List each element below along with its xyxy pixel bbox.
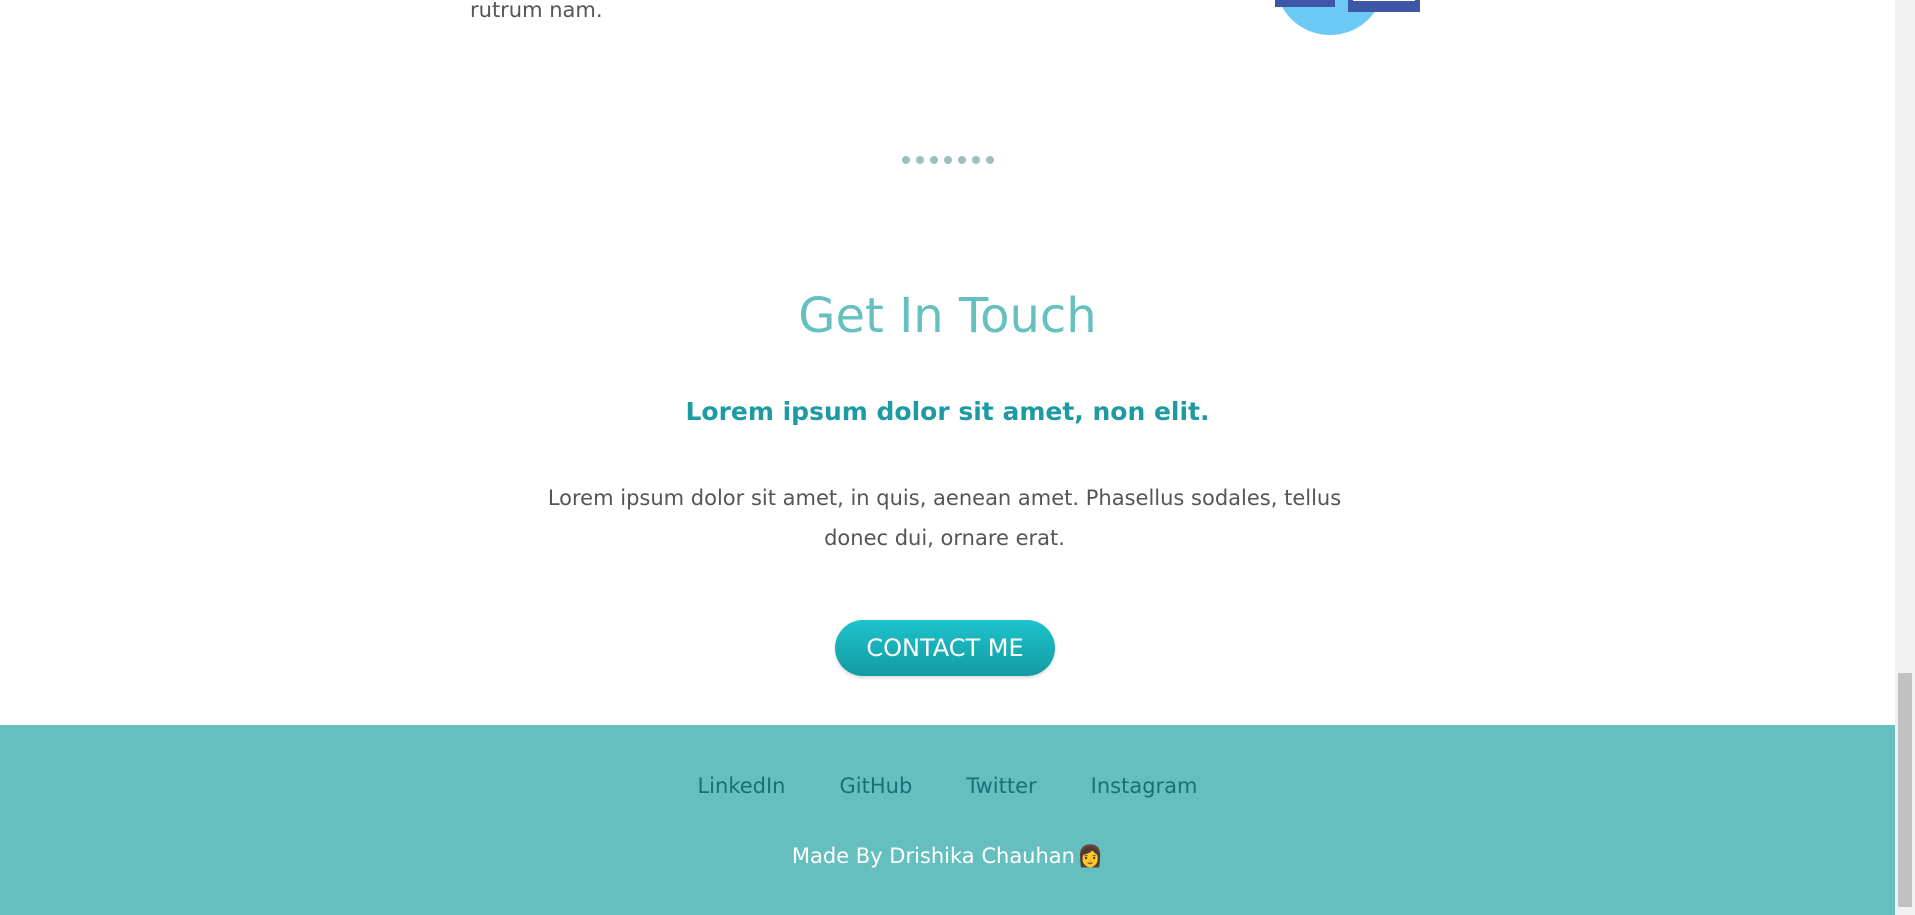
previous-section-text: rutrum nam. — [470, 0, 603, 22]
divider-dot — [929, 156, 938, 164]
scrollbar-thumb[interactable] — [1898, 673, 1912, 907]
main-content: rutrum nam. Get In Touch Lorem ipsum dol… — [0, 0, 1895, 915]
contact-subtitle: Lorem ipsum dolor sit amet, non elit. — [685, 397, 1210, 426]
woman-emoji-icon: 👩 — [1076, 844, 1104, 868]
divider-dot — [901, 156, 910, 164]
section-divider-dots — [0, 156, 1895, 164]
footer-social-links: LinkedIn GitHub Twitter Instagram — [0, 774, 1895, 798]
footer-credit: Made By Drishika Chauhan👩 — [0, 844, 1895, 869]
github-link[interactable]: GitHub — [840, 774, 913, 798]
footer: LinkedIn GitHub Twitter Instagram Made B… — [0, 725, 1895, 915]
divider-dot — [985, 156, 994, 164]
linkedin-link[interactable]: LinkedIn — [697, 774, 785, 798]
computer-illustration — [1275, 0, 1420, 35]
twitter-link[interactable]: Twitter — [966, 774, 1036, 798]
instagram-link[interactable]: Instagram — [1091, 774, 1198, 798]
divider-dot — [957, 156, 966, 164]
contact-me-button[interactable]: CONTACT ME — [835, 620, 1055, 676]
divider-dot — [915, 156, 924, 164]
contact-description: Lorem ipsum dolor sit amet, in quis, aen… — [547, 486, 1342, 550]
credit-text: Made By Drishika Chauhan — [791, 844, 1075, 868]
contact-title: Get In Touch — [798, 288, 1097, 344]
divider-dot — [943, 156, 952, 164]
vertical-scrollbar[interactable] — [1895, 0, 1915, 915]
divider-dot — [971, 156, 980, 164]
page: rutrum nam. Get In Touch Lorem ipsum dol… — [0, 0, 1915, 915]
